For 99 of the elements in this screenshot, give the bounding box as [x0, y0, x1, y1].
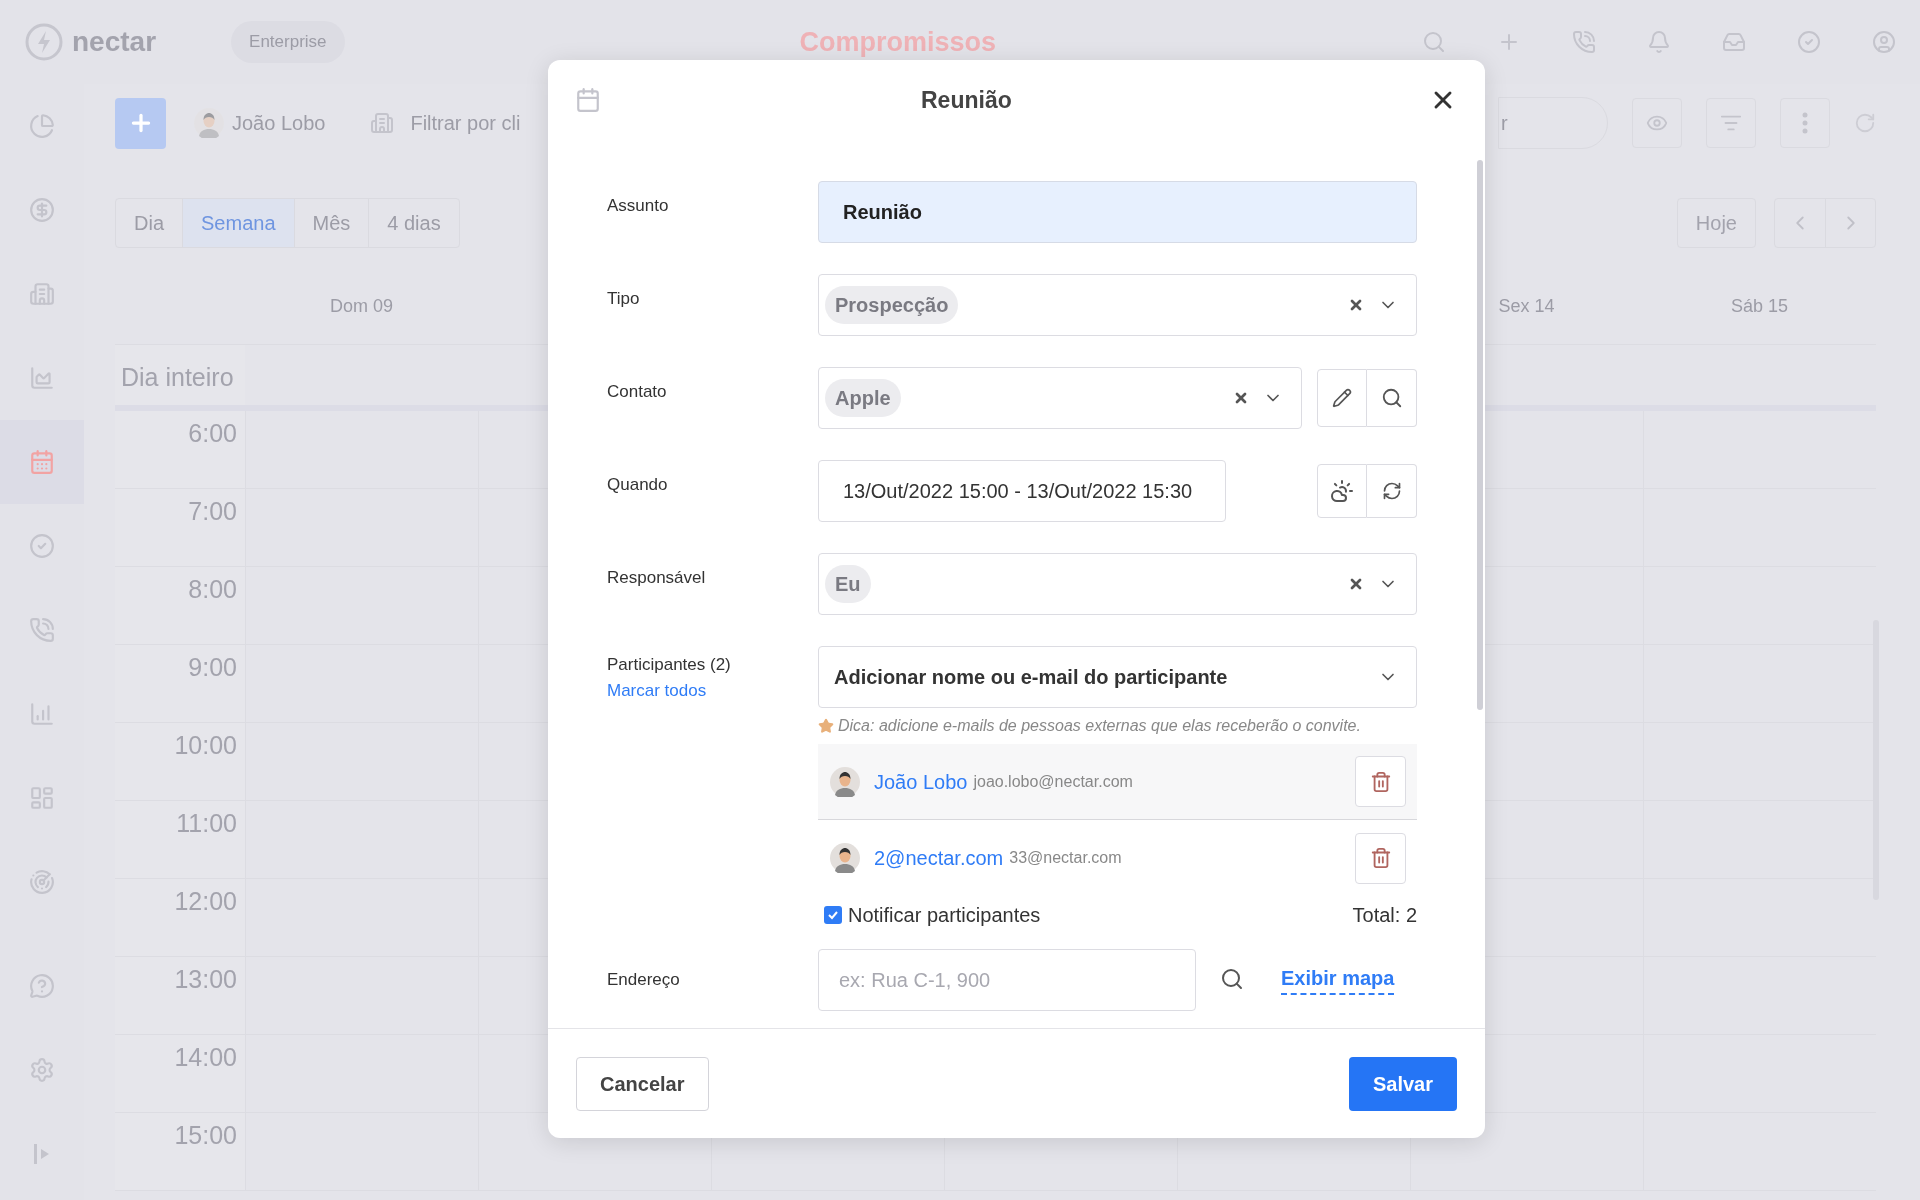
- filter-button[interactable]: [1706, 98, 1756, 148]
- trash-icon: [1369, 847, 1392, 869]
- hour-label: 11:00: [176, 808, 237, 839]
- subject-field[interactable]: Reunião: [818, 181, 1417, 243]
- plan-badge: Enterprise: [231, 21, 345, 63]
- hour-label: 7:00: [188, 496, 237, 527]
- field-label: Assunto: [607, 195, 670, 217]
- participant-select[interactable]: Adicionar nome ou e-mail do participante: [818, 646, 1417, 708]
- view-tab[interactable]: Semana: [182, 199, 294, 247]
- day-header: Dom 09: [330, 294, 393, 318]
- field-label: Endereço: [607, 969, 681, 991]
- view-button[interactable]: [1632, 98, 1682, 148]
- cancel-button[interactable]: Cancelar: [576, 1056, 709, 1111]
- hour-label: 10:00: [174, 730, 237, 761]
- chart-pie-icon: [29, 113, 55, 139]
- user-icon[interactable]: [1872, 30, 1896, 54]
- hour-label: 9:00: [188, 652, 237, 683]
- trash-icon: [1369, 770, 1392, 793]
- inbox-icon[interactable]: [1722, 30, 1746, 54]
- hour-label: 13:00: [174, 964, 237, 995]
- refresh-button[interactable]: [1367, 464, 1417, 518]
- select-field[interactable]: Prospecção: [818, 274, 1417, 336]
- field-label: Responsável: [607, 567, 707, 589]
- logo-text: nectar: [72, 25, 157, 59]
- pencil-icon: [1332, 388, 1352, 408]
- day-header: Sex 14: [1498, 294, 1555, 318]
- field-label: Participantes (2): [607, 654, 732, 676]
- participant-email: 33@nectar.com: [1009, 848, 1122, 868]
- settings-icon: [29, 1057, 55, 1083]
- building-icon: [370, 111, 395, 135]
- notify-label: Notificar participantes: [848, 903, 1041, 928]
- hour-label: 8:00: [188, 574, 237, 605]
- hour-label: 15:00: [174, 1120, 237, 1151]
- save-button[interactable]: Salvar: [1348, 1056, 1457, 1111]
- clear-icon[interactable]: [1348, 297, 1364, 313]
- sidebar-item[interactable]: [0, 420, 84, 504]
- dialog-title: Reunião: [921, 85, 1012, 115]
- field-label: Tipo: [607, 288, 641, 310]
- star-icon: [818, 718, 834, 734]
- hour-label: 6:00: [188, 418, 237, 449]
- dashboard-icon: [29, 785, 55, 811]
- view-tab[interactable]: Mês: [293, 199, 369, 247]
- dollar-icon: [29, 197, 55, 223]
- more-icon: [1802, 112, 1808, 134]
- show-map-link[interactable]: Exibir mapa: [1281, 963, 1395, 995]
- check-icon: [827, 909, 839, 921]
- more-button[interactable]: [1780, 98, 1830, 148]
- hour-label: 12:00: [174, 886, 237, 917]
- participant-name[interactable]: 2@nectar.com: [874, 843, 1004, 873]
- refresh-icon: [1381, 481, 1402, 501]
- area-chart-icon: [29, 365, 55, 391]
- select-field[interactable]: Apple: [818, 367, 1302, 429]
- participant-email: joao.lobo@nectar.com: [973, 771, 1133, 792]
- hour-label: 14:00: [174, 1042, 237, 1073]
- selected-chip: Eu: [825, 565, 871, 603]
- filter-field[interactable]: Filtrar por cli: [410, 108, 521, 138]
- today-button[interactable]: Hoje: [1676, 198, 1756, 248]
- check-circle-icon: [29, 533, 55, 559]
- phone-icon[interactable]: [1572, 30, 1596, 54]
- clear-icon[interactable]: [1348, 576, 1364, 592]
- notify-checkbox[interactable]: [824, 906, 842, 924]
- date-range-field[interactable]: 13/Out/2022 15:00 - 13/Out/2022 15:30: [818, 460, 1226, 522]
- logo-icon: [24, 22, 64, 62]
- user-name: João Lobo: [232, 111, 326, 136]
- clear-icon[interactable]: [1233, 390, 1249, 406]
- avatar-icon: [194, 108, 224, 138]
- radar-icon: [29, 869, 55, 895]
- participant-name[interactable]: João Lobo: [874, 766, 968, 797]
- help-icon: [29, 973, 55, 999]
- phone-icon: [29, 617, 55, 643]
- check-circle-icon[interactable]: [1797, 30, 1821, 54]
- view-tab[interactable]: Dia: [116, 199, 182, 247]
- calendar-icon: [575, 87, 601, 113]
- address-field[interactable]: ex: Rua C-1, 900: [818, 949, 1196, 1011]
- delete-button[interactable]: [1355, 832, 1406, 884]
- cloud-sun-icon: [1330, 479, 1354, 503]
- bell-icon[interactable]: [1647, 30, 1671, 54]
- search-button[interactable]: [1367, 369, 1417, 427]
- field-label: Contato: [607, 381, 668, 403]
- selected-chip: Prospecção: [825, 286, 959, 324]
- select-field[interactable]: Eu: [818, 553, 1417, 615]
- hint-text: Dica: adicione e-mails de pessoas externas que elas receberão o convite.: [838, 716, 1361, 736]
- edit-button[interactable]: [1317, 369, 1367, 427]
- delete-button[interactable]: [1355, 756, 1406, 807]
- search-icon: [1380, 387, 1403, 409]
- avatar-icon: [830, 766, 860, 797]
- add-button[interactable]: [115, 97, 166, 149]
- day-header: Sáb 15: [1730, 294, 1789, 318]
- avatar-icon: [830, 843, 860, 873]
- selected-chip: Apple: [825, 379, 901, 417]
- participant-total: Total: 2: [1352, 903, 1417, 928]
- field-label: Quando: [607, 474, 669, 496]
- building-icon: [29, 281, 55, 307]
- mark-all-link[interactable]: Marcar todos: [607, 677, 818, 703]
- calendar-icon: [29, 449, 55, 475]
- bar-chart-icon: [29, 701, 55, 727]
- search-icon[interactable]: [1220, 967, 1244, 991]
- view-tab[interactable]: 4 dias: [368, 199, 459, 247]
- weather-button[interactable]: [1317, 464, 1367, 518]
